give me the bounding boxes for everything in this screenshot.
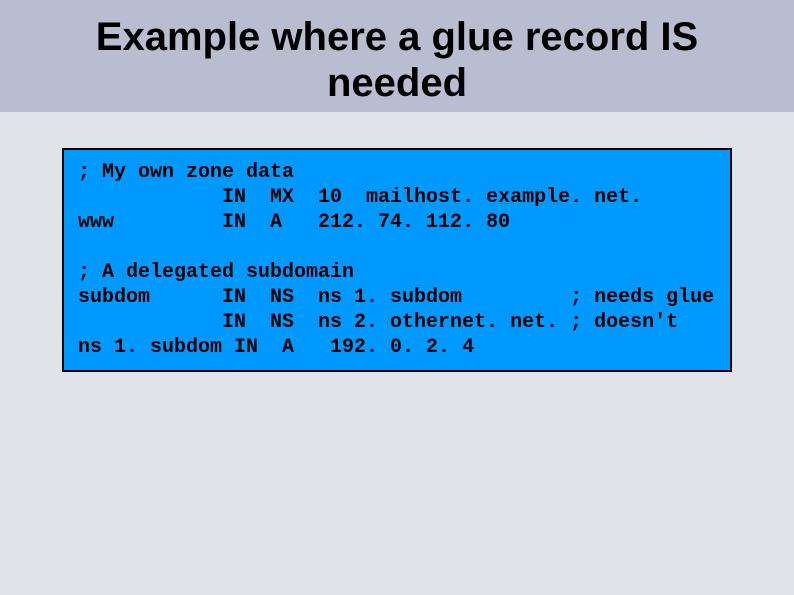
code-line: ; A delegated subdomain <box>78 261 354 284</box>
code-line: IN MX 10 mailhost. example. net. <box>78 186 642 209</box>
slide: Example where a glue record IS needed ; … <box>0 0 794 595</box>
code-line: subdom IN NS ns 1. subdom ; needs glue <box>78 286 714 309</box>
code-line: ns 1. subdom IN A 192. 0. 2. 4 <box>78 336 474 359</box>
body-area: ; My own zone data IN MX 10 mailhost. ex… <box>0 112 794 372</box>
slide-title: Example where a glue record IS needed <box>0 14 794 106</box>
code-line: ; My own zone data <box>78 161 294 184</box>
code-line: IN NS ns 2. othernet. net. ; doesn't <box>78 311 678 334</box>
code-line: www IN A 212. 74. 112. 80 <box>78 211 510 234</box>
zone-file-code-block: ; My own zone data IN MX 10 mailhost. ex… <box>62 148 732 372</box>
title-line-2: needed <box>327 61 467 105</box>
title-line-1: Example where a glue record IS <box>96 15 698 59</box>
title-band: Example where a glue record IS needed <box>0 0 794 112</box>
